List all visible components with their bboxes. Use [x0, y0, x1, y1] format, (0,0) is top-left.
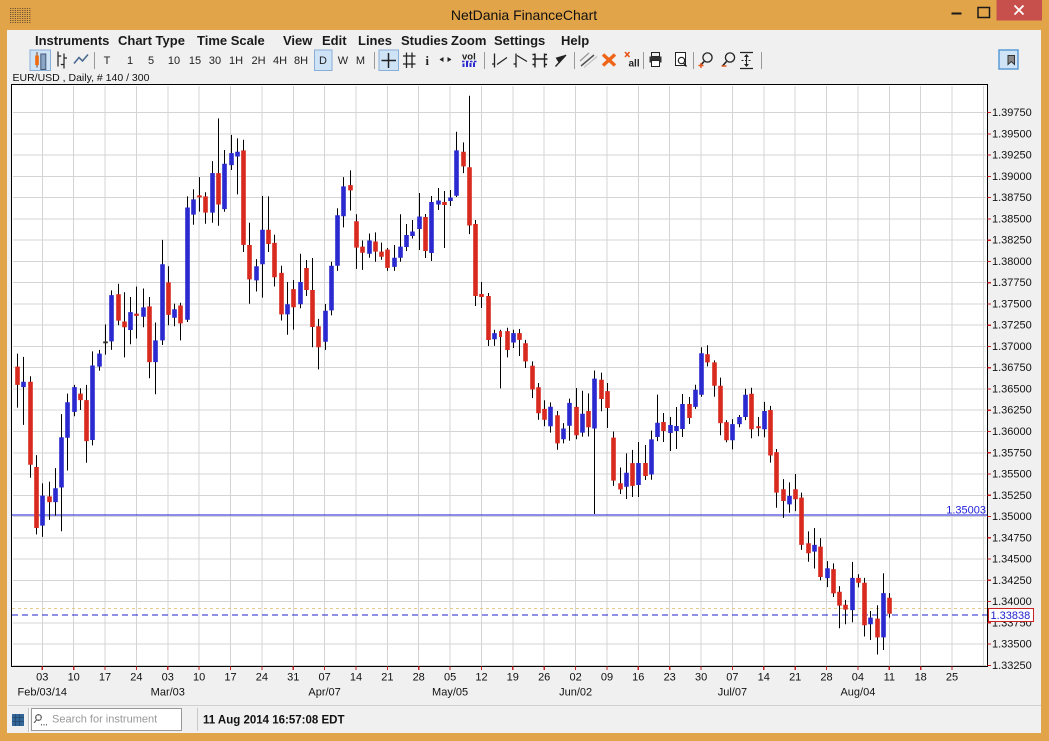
svg-text:1.33838: 1.33838	[991, 610, 1031, 622]
svg-text:Edit: Edit	[322, 33, 347, 48]
svg-text:1.38750: 1.38750	[992, 192, 1032, 204]
svg-text:1.36000: 1.36000	[992, 426, 1032, 438]
svg-text:03: 03	[162, 672, 174, 684]
svg-text:15: 15	[189, 55, 201, 67]
svg-text:1.36750: 1.36750	[992, 362, 1032, 374]
svg-text:1.39500: 1.39500	[992, 128, 1032, 140]
svg-text:03: 03	[36, 672, 48, 684]
svg-text:16: 16	[632, 672, 644, 684]
svg-text:26: 26	[538, 672, 550, 684]
svg-text:Instruments: Instruments	[35, 33, 109, 48]
svg-text:5: 5	[148, 55, 154, 67]
svg-text:1: 1	[127, 55, 133, 67]
svg-text:4H: 4H	[273, 55, 287, 67]
svg-text:19: 19	[507, 672, 519, 684]
svg-text:Help: Help	[561, 33, 589, 48]
svg-text:May/05: May/05	[432, 687, 468, 699]
svg-text:17: 17	[224, 672, 236, 684]
svg-text:10: 10	[193, 672, 205, 684]
svg-text:NetDania FinanceChart: NetDania FinanceChart	[451, 7, 597, 23]
svg-text:12: 12	[475, 672, 487, 684]
svg-text:07: 07	[318, 672, 330, 684]
svg-text:05: 05	[444, 672, 456, 684]
svg-text:30: 30	[695, 672, 707, 684]
svg-text:1.36500: 1.36500	[992, 384, 1032, 396]
svg-text:14: 14	[758, 672, 770, 684]
svg-text:07: 07	[726, 672, 738, 684]
svg-text:1.37500: 1.37500	[992, 298, 1032, 310]
svg-text:M: M	[356, 55, 365, 67]
svg-text:31: 31	[287, 672, 299, 684]
svg-text:1.39250: 1.39250	[992, 150, 1032, 162]
svg-text:Lines: Lines	[358, 33, 392, 48]
svg-text:D: D	[319, 55, 327, 67]
svg-text:1.39000: 1.39000	[992, 171, 1032, 183]
svg-text:17: 17	[99, 672, 111, 684]
svg-text:1.38500: 1.38500	[992, 213, 1032, 225]
svg-text:Studies: Studies	[401, 33, 448, 48]
svg-text:1.35750: 1.35750	[992, 447, 1032, 459]
svg-text:09: 09	[601, 672, 613, 684]
svg-text:24: 24	[256, 672, 268, 684]
svg-text:25: 25	[946, 672, 958, 684]
svg-text:Settings: Settings	[494, 33, 545, 48]
svg-text:W: W	[338, 55, 349, 67]
svg-text:all: all	[629, 59, 640, 70]
svg-text:10: 10	[68, 672, 80, 684]
svg-text:18: 18	[915, 672, 927, 684]
svg-text:02: 02	[569, 672, 581, 684]
svg-text:2H: 2H	[251, 55, 265, 67]
svg-text:1.37000: 1.37000	[992, 341, 1032, 353]
svg-text:1.35500: 1.35500	[992, 469, 1032, 481]
svg-text:T: T	[104, 55, 111, 67]
svg-text:Feb/03/14: Feb/03/14	[18, 687, 68, 699]
svg-text:8H: 8H	[294, 55, 308, 67]
svg-text:Search for instrument: Search for instrument	[52, 714, 157, 726]
svg-text:21: 21	[381, 672, 393, 684]
svg-text:14: 14	[350, 672, 362, 684]
svg-text:Jun/02: Jun/02	[559, 687, 592, 699]
svg-text:1.35250: 1.35250	[992, 490, 1032, 502]
svg-text:1H: 1H	[229, 55, 243, 67]
svg-text:1.38250: 1.38250	[992, 235, 1032, 247]
svg-text:Time Scale: Time Scale	[197, 33, 265, 48]
svg-text:1.34750: 1.34750	[992, 532, 1032, 544]
svg-text:1.34500: 1.34500	[992, 554, 1032, 566]
svg-text:1.39750: 1.39750	[992, 107, 1032, 119]
svg-text:11: 11	[884, 672, 895, 684]
svg-text:11 Aug 2014 16:57:08 EDT: 11 Aug 2014 16:57:08 EDT	[203, 715, 344, 727]
svg-text:1.34250: 1.34250	[992, 575, 1032, 587]
svg-text:04: 04	[852, 672, 864, 684]
svg-text:EUR/USD , Daily, # 140 / 300: EUR/USD , Daily, # 140 / 300	[13, 72, 150, 84]
svg-text:1.38000: 1.38000	[992, 256, 1032, 268]
svg-text:i: i	[426, 54, 430, 68]
svg-text:1.35003: 1.35003	[946, 505, 986, 517]
svg-text:1.35000: 1.35000	[992, 511, 1032, 523]
svg-text:Zoom: Zoom	[451, 33, 486, 48]
svg-text:1.37250: 1.37250	[992, 320, 1032, 332]
svg-text:30: 30	[209, 55, 221, 67]
svg-text:23: 23	[664, 672, 676, 684]
svg-text:Chart Type: Chart Type	[118, 33, 185, 48]
svg-text:24: 24	[130, 672, 142, 684]
svg-text:21: 21	[789, 672, 801, 684]
svg-text:1.33500: 1.33500	[992, 639, 1032, 651]
svg-text:Apr/07: Apr/07	[308, 687, 340, 699]
svg-text:Jul/07: Jul/07	[718, 687, 747, 699]
svg-text:View: View	[283, 33, 313, 48]
svg-text:10: 10	[168, 55, 180, 67]
svg-text:1.33250: 1.33250	[992, 660, 1032, 672]
svg-text:1.36250: 1.36250	[992, 405, 1032, 417]
svg-text:28: 28	[820, 672, 832, 684]
svg-text:Aug/04: Aug/04	[840, 687, 875, 699]
svg-text:1.34000: 1.34000	[992, 596, 1032, 608]
svg-text:Mar/03: Mar/03	[151, 687, 185, 699]
svg-text:1.37750: 1.37750	[992, 277, 1032, 289]
svg-text:28: 28	[413, 672, 425, 684]
